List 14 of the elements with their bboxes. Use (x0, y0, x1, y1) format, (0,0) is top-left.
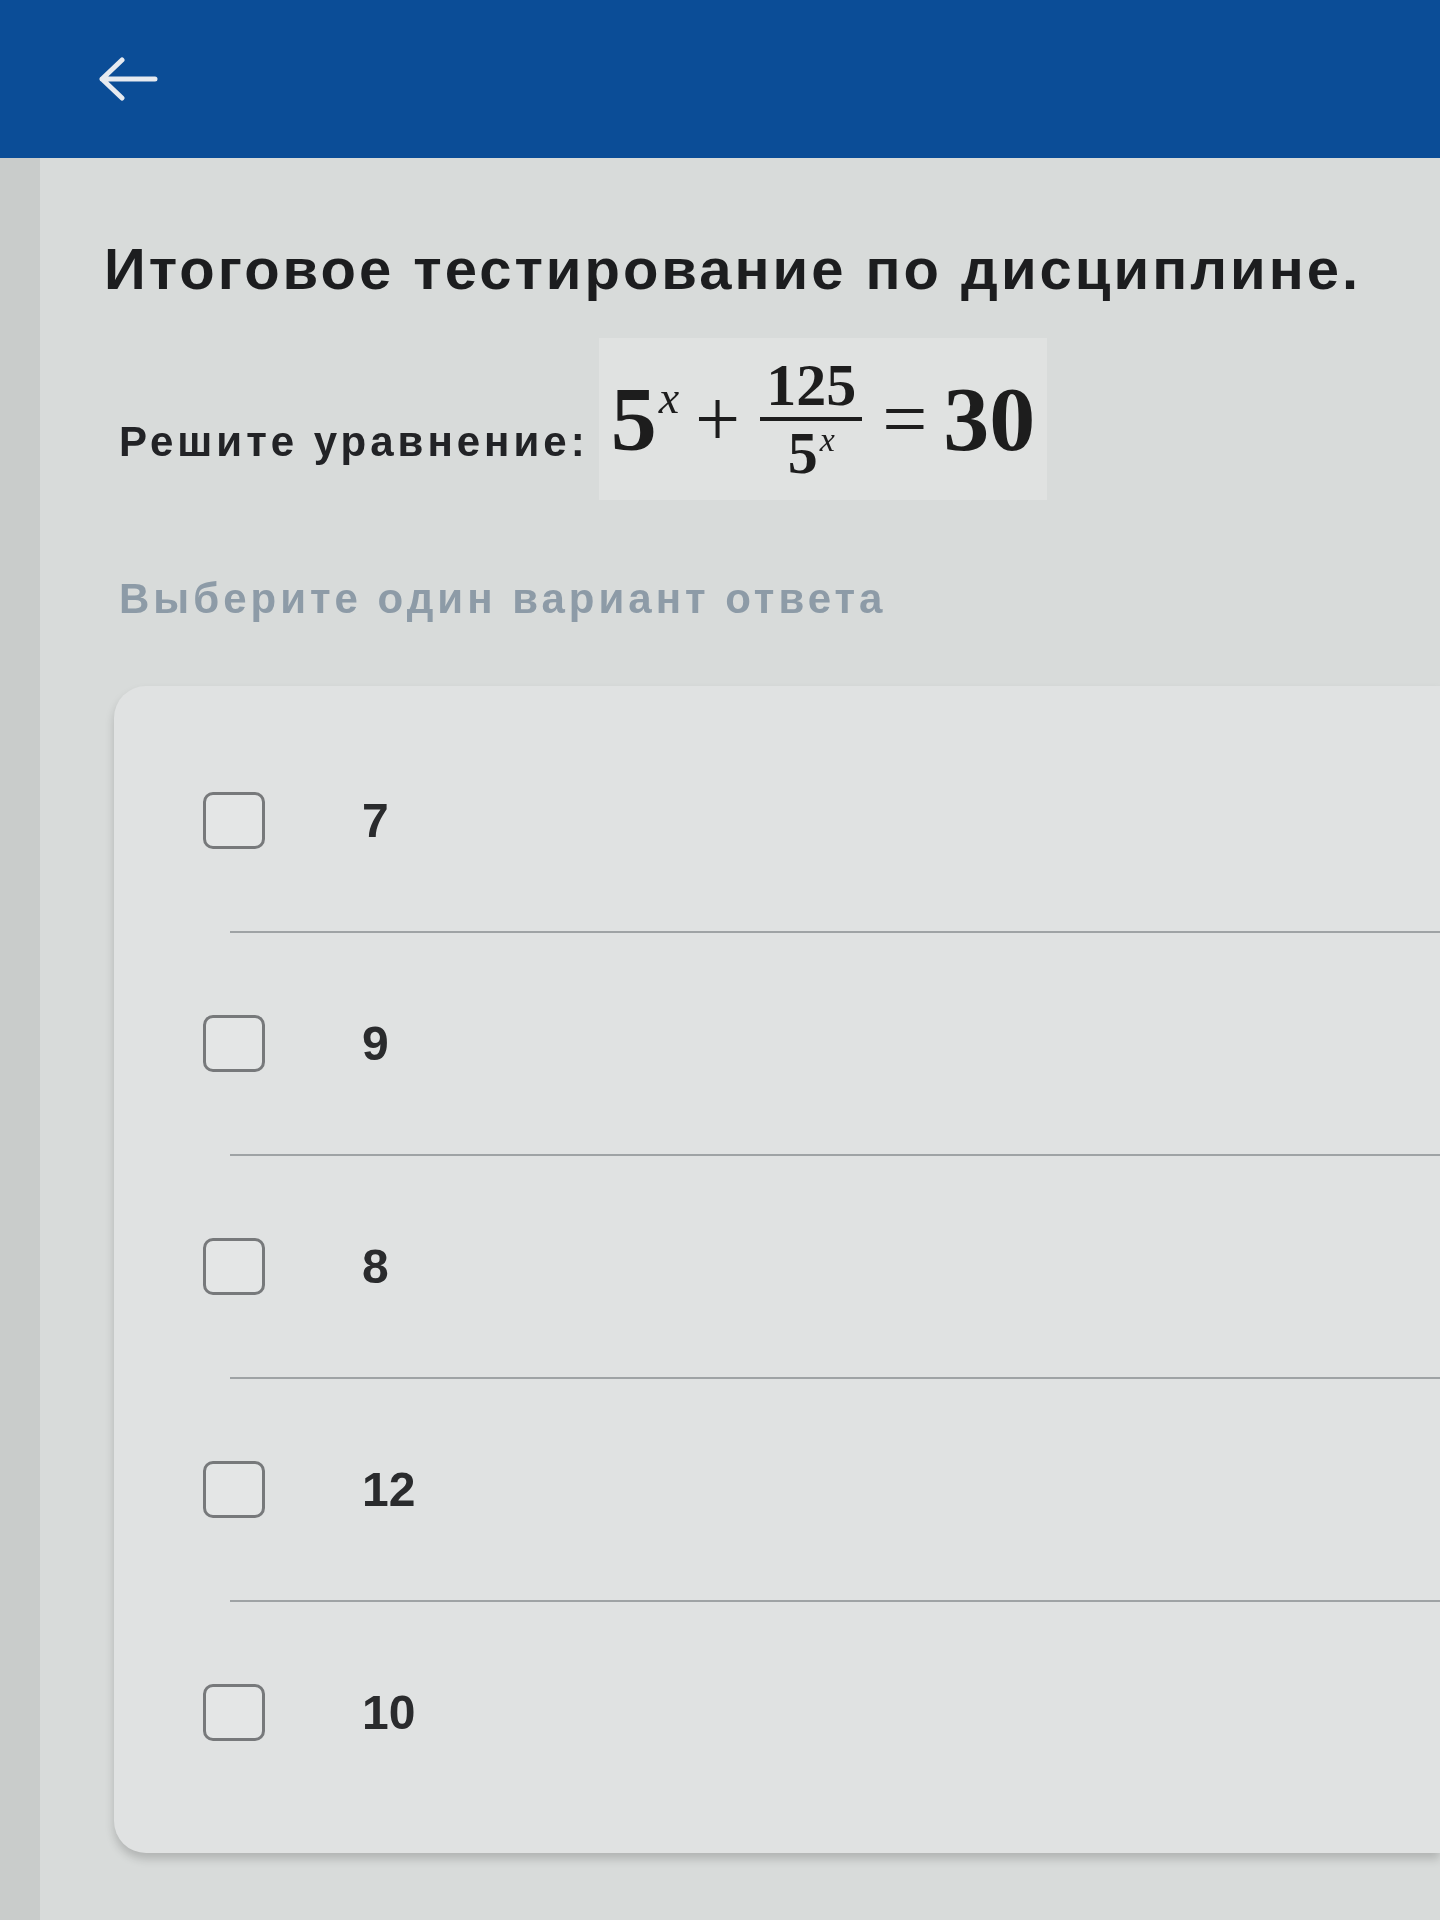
checkbox[interactable] (203, 1684, 265, 1741)
option-label: 9 (362, 1015, 389, 1072)
back-arrow-icon[interactable] (98, 57, 158, 101)
option-label: 12 (362, 1461, 416, 1518)
question-prompt: Решите уравнение: (119, 416, 589, 467)
option-label: 10 (362, 1684, 416, 1741)
test-title: Итоговое тестирование по дисциплине. (104, 235, 1362, 303)
answer-instruction: Выберите один вариант ответа (119, 574, 887, 624)
checkbox[interactable] (203, 792, 265, 849)
checkbox[interactable] (203, 1238, 265, 1295)
option-label: 7 (362, 792, 389, 849)
checkbox[interactable] (203, 1015, 265, 1072)
checkbox[interactable] (203, 1461, 265, 1518)
option-label: 8 (362, 1238, 389, 1295)
